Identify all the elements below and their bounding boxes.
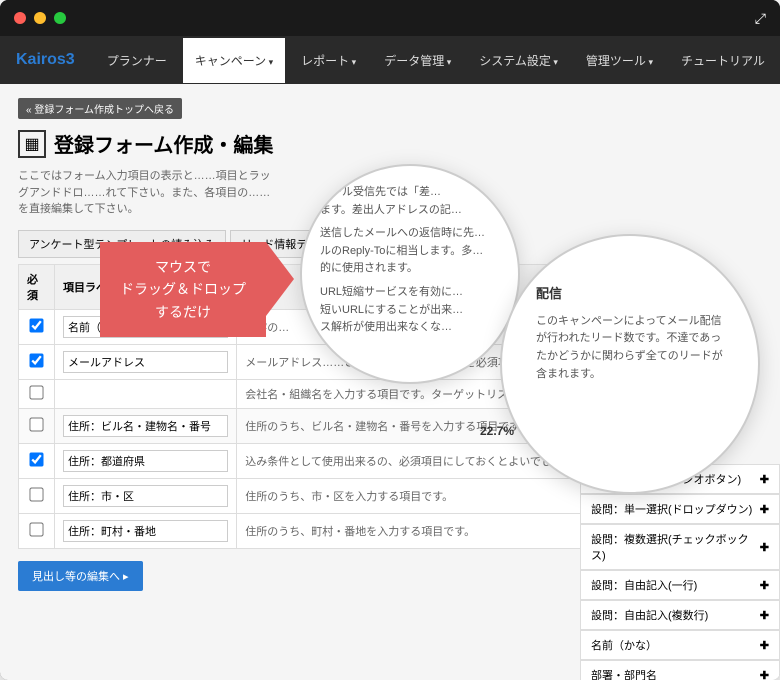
close-window-button[interactable]	[14, 12, 26, 24]
back-button[interactable]: « 登録フォーム作成トップへ戻る	[18, 98, 182, 119]
field-option[interactable]: 設問：自由記入(一行)✚	[580, 570, 780, 600]
desc-cell: 住所のうち、市・区を入力する項目です。	[237, 478, 634, 513]
mag-text: メール受信先では「差…	[320, 184, 500, 202]
magnifier-tooltip: 配信 このキャンペーンによってメール配信が行われたリード数です。不達であったかど…	[500, 234, 760, 494]
app-window: ⤢ Kairos3 プランナー キャンペーン レポート データ管理 システム設定…	[0, 0, 780, 680]
mag-text: ます。差出人アドレスの記…	[320, 202, 500, 220]
nav-admin[interactable]: 管理ツール	[574, 38, 665, 83]
maximize-window-button[interactable]	[54, 12, 66, 24]
mag-text: 短いURLにすることが出来…	[320, 302, 500, 320]
window-controls	[14, 12, 66, 24]
mag-text: ス解析が使用出来なくな…	[320, 319, 500, 337]
add-icon[interactable]: ✚	[760, 503, 769, 516]
nav-data[interactable]: データ管理	[372, 38, 463, 83]
add-icon[interactable]: ✚	[760, 473, 769, 486]
magnifier-campaign-settings: メール受信先では「差… ます。差出人アドレスの記… 送信したメールへの返信時に先…	[300, 164, 520, 384]
required-checkbox[interactable]	[29, 417, 43, 431]
required-checkbox[interactable]	[29, 452, 43, 466]
add-icon[interactable]: ✚	[760, 609, 769, 622]
next-step-button[interactable]: 見出し等の編集へ ▸	[18, 561, 143, 591]
logo[interactable]: Kairos3	[16, 51, 75, 69]
callout-line: マウスで	[120, 256, 246, 278]
callout-line: するだけ	[120, 301, 246, 323]
stat-value: 22.7%	[480, 424, 514, 438]
main-nav: Kairos3 プランナー キャンペーン レポート データ管理 システム設定 管…	[0, 36, 780, 84]
nav-tutorial[interactable]: チュートリアル	[669, 38, 777, 83]
nav-report[interactable]: レポート	[289, 38, 368, 83]
required-checkbox[interactable]	[29, 353, 43, 367]
page-title: 登録フォーム作成・編集	[54, 129, 273, 158]
titlebar: ⤢	[0, 0, 780, 36]
th-required: 必須	[19, 264, 55, 309]
page-title-row: ▦ 登録フォーム作成・編集	[18, 129, 762, 158]
minimize-window-button[interactable]	[34, 12, 46, 24]
label-input[interactable]	[63, 351, 228, 373]
callout-line: ドラッグ＆ドロップ	[120, 278, 246, 300]
add-icon[interactable]: ✚	[760, 669, 769, 680]
mag-text: URL短縮サービスを有効に…	[320, 284, 500, 302]
drag-drop-callout: マウスで ドラッグ＆ドロップ するだけ	[100, 242, 266, 337]
field-option[interactable]: 設問：複数選択(チェックボックス)✚	[580, 524, 780, 570]
desc-cell: 住所のうち、町村・番地を入力する項目です。	[237, 513, 634, 548]
field-option[interactable]: 名前（かな）✚	[580, 630, 780, 660]
mag-text: ルのReply-Toに相当します。多…	[320, 243, 500, 261]
add-icon[interactable]: ✚	[760, 541, 769, 554]
field-option[interactable]: 部署・部門名✚	[580, 660, 780, 680]
field-option[interactable]: 設問：自由記入(複数行)✚	[580, 600, 780, 630]
expand-icon[interactable]: ⤢	[755, 10, 766, 27]
required-checkbox[interactable]	[29, 487, 43, 501]
nav-system[interactable]: システム設定	[467, 38, 570, 83]
table-row: 住所のうち、市・区を入力する項目です。 ×	[19, 478, 658, 513]
field-option[interactable]: 設問：単一選択(ドロップダウン)✚	[580, 494, 780, 524]
table-row: 住所のうち、町村・番地を入力する項目です。 ×	[19, 513, 658, 548]
tooltip-body: このキャンペーンによってメール配信が行われたリード数です。不達であったかどうかに…	[536, 313, 724, 383]
label-input[interactable]	[63, 485, 228, 507]
form-icon: ▦	[18, 130, 46, 158]
label-input[interactable]	[63, 415, 228, 437]
tooltip-title: 配信	[536, 284, 740, 305]
content-area: « 登録フォーム作成トップへ戻る ▦ 登録フォーム作成・編集 ここではフォーム入…	[0, 84, 780, 680]
add-icon[interactable]: ✚	[760, 639, 769, 652]
mag-text: 的に使用されます。	[320, 260, 500, 278]
add-icon[interactable]: ✚	[760, 579, 769, 592]
nav-planner[interactable]: プランナー	[95, 38, 179, 83]
label-input[interactable]	[63, 450, 228, 472]
required-checkbox[interactable]	[29, 385, 43, 399]
required-checkbox[interactable]	[29, 318, 43, 332]
instruction-text: ここではフォーム入力項目の表示と……項目とラッグアンドドロ……れて下さい。また、…	[18, 168, 278, 218]
available-fields-panel: 設問：単一選択(ラジオボタン)✚ 設問：単一選択(ドロップダウン)✚ 設問：複数…	[580, 464, 780, 680]
mag-text: 送信したメールへの返信時に先…	[320, 225, 500, 243]
nav-campaign[interactable]: キャンペーン	[183, 38, 285, 83]
label-input[interactable]	[63, 520, 228, 542]
required-checkbox[interactable]	[29, 522, 43, 536]
